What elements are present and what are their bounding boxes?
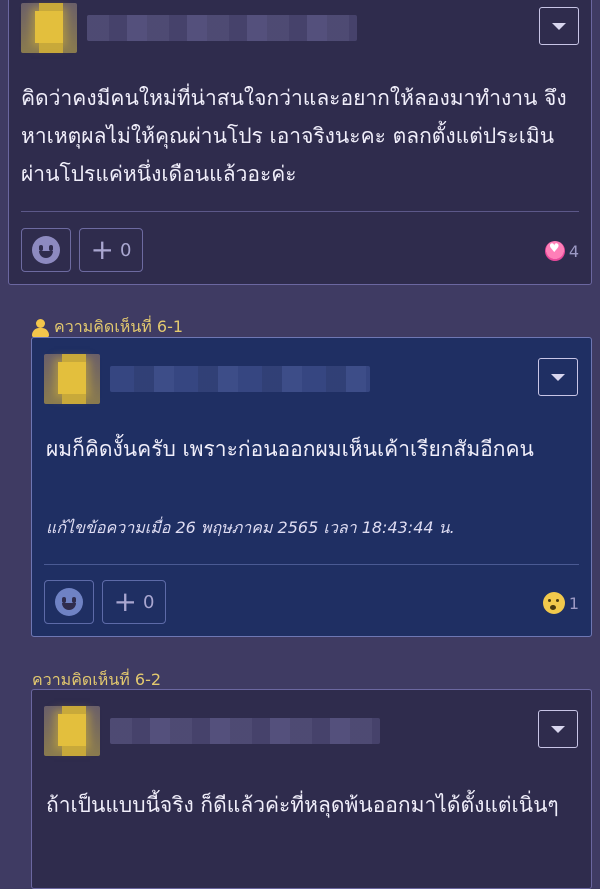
- options-dropdown-button[interactable]: [538, 358, 578, 396]
- chevron-down-icon: [552, 22, 566, 30]
- avatar[interactable]: [21, 3, 77, 53]
- emoji-react-button[interactable]: [44, 580, 94, 624]
- heart-face-icon: [544, 241, 565, 261]
- reaction-summary[interactable]: 4: [544, 241, 579, 261]
- chevron-down-icon: [551, 373, 565, 381]
- reply-card-6-1: ผมก็คิดงั้นครับ เพราะก่อนออกผมเห็นเค้าเร…: [31, 337, 592, 637]
- reply-text: ถ้าเป็นแบบนี้จริง ก็ดีแล้วค่ะที่หลุดพ้นอ…: [46, 793, 559, 817]
- drool-face-icon: [542, 592, 565, 614]
- comment-card-main: คิดว่าคงมีคนใหม่ที่น่าสนใจกว่าและอยากให้…: [8, 0, 592, 285]
- plus-count: 0: [143, 591, 155, 613]
- reply-card-6-2: ถ้าเป็นแบบนี้จริง ก็ดีแล้วค่ะที่หลุดพ้นอ…: [31, 689, 592, 889]
- options-dropdown-button[interactable]: [539, 7, 579, 45]
- divider: [44, 564, 579, 565]
- reaction-count: 1: [568, 593, 579, 613]
- username-blurred[interactable]: [110, 718, 380, 744]
- smiley-icon: [55, 588, 83, 616]
- smiley-icon: [32, 236, 60, 264]
- reaction-summary[interactable]: 1: [542, 592, 579, 614]
- comment-text: คิดว่าคงมีคนใหม่ที่น่าสนใจกว่าและอยากให้…: [21, 86, 567, 186]
- emoji-react-button[interactable]: [21, 228, 71, 272]
- divider: [21, 211, 579, 212]
- edit-timestamp: แก้ไขข้อความเมื่อ 26 พฤษภาคม 2565 เวลา 1…: [46, 518, 455, 537]
- reply-text: ผมก็คิดงั้นครับ เพราะก่อนออกผมเห็นเค้าเร…: [46, 437, 534, 461]
- plus-vote-button[interactable]: + 0: [102, 580, 166, 624]
- plus-vote-button[interactable]: + 0: [79, 228, 143, 272]
- plus-icon: +: [113, 585, 137, 618]
- plus-count: 0: [120, 239, 132, 261]
- avatar[interactable]: [44, 706, 100, 756]
- plus-icon: +: [90, 233, 114, 266]
- options-dropdown-button[interactable]: [538, 710, 578, 748]
- username-blurred[interactable]: [87, 15, 357, 41]
- user-icon: [32, 318, 49, 337]
- chevron-down-icon: [551, 725, 565, 733]
- avatar[interactable]: [44, 354, 100, 404]
- reaction-count: 4: [568, 241, 579, 261]
- username-blurred[interactable]: [110, 366, 370, 392]
